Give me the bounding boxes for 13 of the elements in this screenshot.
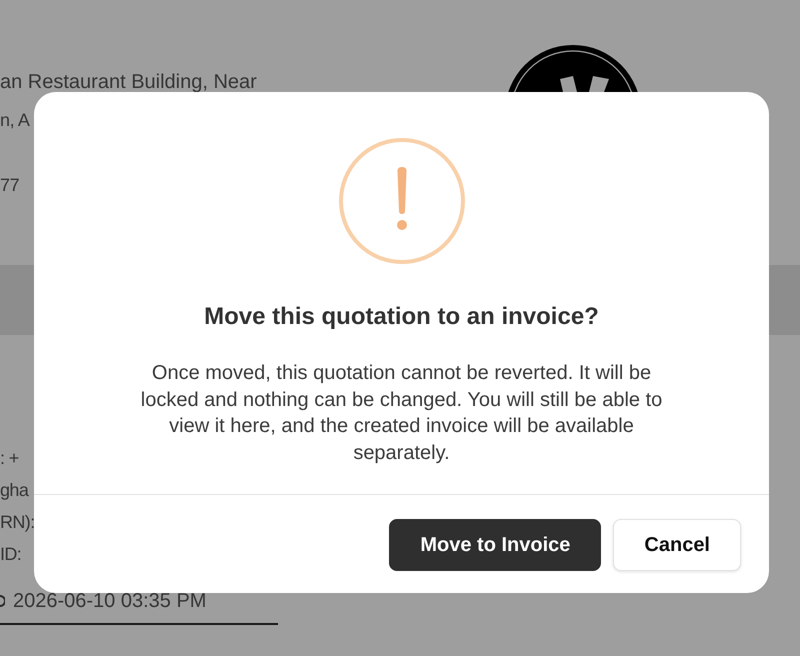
move-to-invoice-button[interactable]: Move to Invoice bbox=[389, 519, 602, 571]
date-text: 2026-06-10 03:35 PM bbox=[13, 589, 206, 614]
cancel-button[interactable]: Cancel bbox=[613, 519, 741, 571]
dialog-message: Once moved, this quotation cannot be reverted. It will be locked and nothing can be changed. You will still be able to view it here, and the created invoice will be available separately. bbox=[140, 361, 664, 466]
dialog-title: Move this quotation to an invoice? bbox=[203, 302, 600, 332]
address-text: 77 bbox=[0, 174, 20, 197]
detail-text: : + bbox=[0, 447, 19, 470]
address-text: an Restaurant Building, Near bbox=[0, 72, 257, 92]
detail-text: RN): bbox=[0, 511, 35, 534]
detail-text: gha bbox=[0, 479, 28, 502]
detail-text: ID: bbox=[0, 543, 22, 566]
warning-icon bbox=[338, 138, 464, 264]
address-text: n, A bbox=[0, 109, 30, 132]
